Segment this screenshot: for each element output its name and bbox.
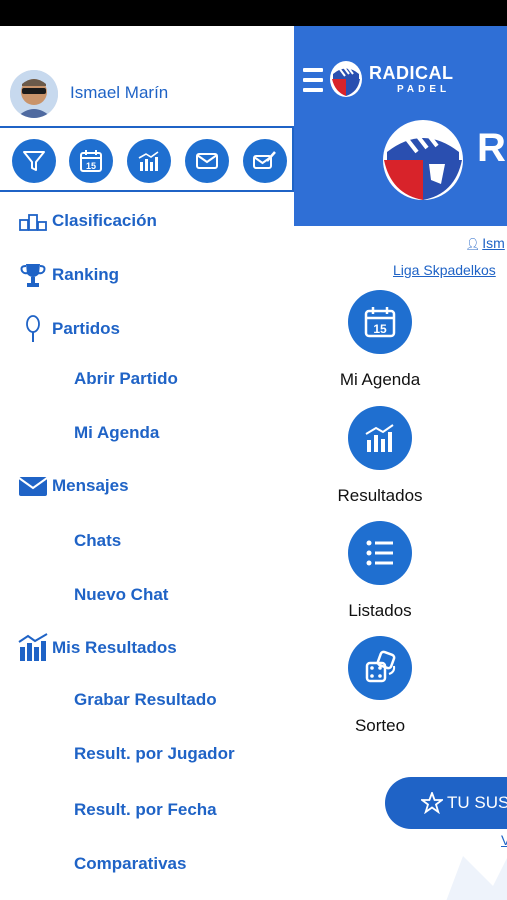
- app-header: RADICAL PADEL R: [293, 26, 507, 226]
- brand-subtitle: PADEL: [397, 84, 451, 95]
- svg-text:15: 15: [86, 161, 96, 171]
- mail-icon[interactable]: [185, 139, 229, 183]
- hamburger-menu-icon[interactable]: [303, 68, 323, 96]
- stats-chart-icon[interactable]: [127, 139, 171, 183]
- menu-item-label: Mensajes: [52, 476, 129, 495]
- brand-big-letter: R: [477, 126, 506, 170]
- user-profile-link[interactable]: 👤︎ Ism: [465, 235, 505, 251]
- menu-subitem-result-por-fecha[interactable]: Result. por Fecha: [74, 800, 217, 820]
- compose-mail-icon[interactable]: [243, 139, 287, 183]
- menu-subitem-nuevo-chat[interactable]: Nuevo Chat: [74, 585, 168, 605]
- menu-item-label: Clasificación: [52, 211, 157, 230]
- tile-listados[interactable]: Listados: [293, 521, 467, 621]
- avatar: [10, 70, 58, 118]
- tile-resultados[interactable]: Resultados: [293, 406, 467, 506]
- navigation-drawer: Ismael Marín 15 Clasificación Ranking Pa…: [0, 26, 294, 900]
- menu-subitem-chats[interactable]: Chats: [74, 531, 121, 551]
- star-icon: [421, 792, 443, 814]
- quick-actions-bar: 15: [0, 126, 294, 192]
- menu-subitem-mi-agenda[interactable]: Mi Agenda: [74, 423, 159, 443]
- menu-subitem-grabar-resultado[interactable]: Grabar Resultado: [74, 690, 217, 710]
- app-screen: RADICAL PADEL R 👤︎ Ism Liga Skpadelkos 1…: [0, 26, 507, 900]
- user-name: Ismael Marín: [70, 83, 169, 102]
- calendar-icon[interactable]: 15: [69, 139, 113, 183]
- menu-subitem-abrir-partido[interactable]: Abrir Partido: [74, 369, 178, 389]
- tile-sorteo[interactable]: Sorteo: [293, 636, 467, 736]
- dice-icon: [348, 636, 412, 700]
- calendar-icon: 15: [348, 290, 412, 354]
- league-link[interactable]: Liga Skpadelkos: [393, 262, 496, 278]
- subscription-button-label: TU SUS: [447, 793, 507, 812]
- radical-padel-logo: [330, 61, 362, 97]
- menu-subitem-comparativas[interactable]: Comparativas: [74, 854, 186, 874]
- tile-mi-agenda[interactable]: 15 Mi Agenda: [293, 290, 467, 390]
- drawer-profile[interactable]: Ismael Marín: [10, 70, 290, 118]
- menu-item-label: Partidos: [52, 319, 121, 338]
- stats-chart-icon: [18, 633, 48, 661]
- radical-padel-big-logo: [383, 120, 463, 200]
- padel-racket-icon: [26, 315, 40, 342]
- list-icon: [348, 521, 412, 585]
- status-bar: [0, 0, 507, 26]
- user-link-text: Ism: [482, 235, 505, 251]
- user-icon: 👤︎: [465, 237, 481, 251]
- menu-subitem-result-por-jugador[interactable]: Result. por Jugador: [74, 744, 235, 764]
- mail-icon: [18, 477, 48, 496]
- tile-label: Listados: [348, 601, 412, 620]
- subscription-button[interactable]: TU SUS: [385, 777, 507, 829]
- menu-item-label: Ranking: [52, 265, 120, 284]
- tile-label: Mi Agenda: [339, 370, 421, 389]
- view-link[interactable]: V: [501, 832, 507, 848]
- svg-text:15: 15: [373, 322, 387, 336]
- stats-chart-icon: [348, 406, 412, 470]
- tile-label: Sorteo: [354, 716, 406, 735]
- filter-icon[interactable]: [12, 139, 56, 183]
- podium-icon: [19, 214, 47, 231]
- menu-item-label: Mis Resultados: [52, 638, 177, 657]
- main-content: RADICAL PADEL R 👤︎ Ism Liga Skpadelkos 1…: [293, 26, 507, 900]
- trophy-icon: [20, 264, 46, 287]
- brand-name: RADICAL: [369, 63, 454, 83]
- tile-label: Resultados: [337, 486, 423, 505]
